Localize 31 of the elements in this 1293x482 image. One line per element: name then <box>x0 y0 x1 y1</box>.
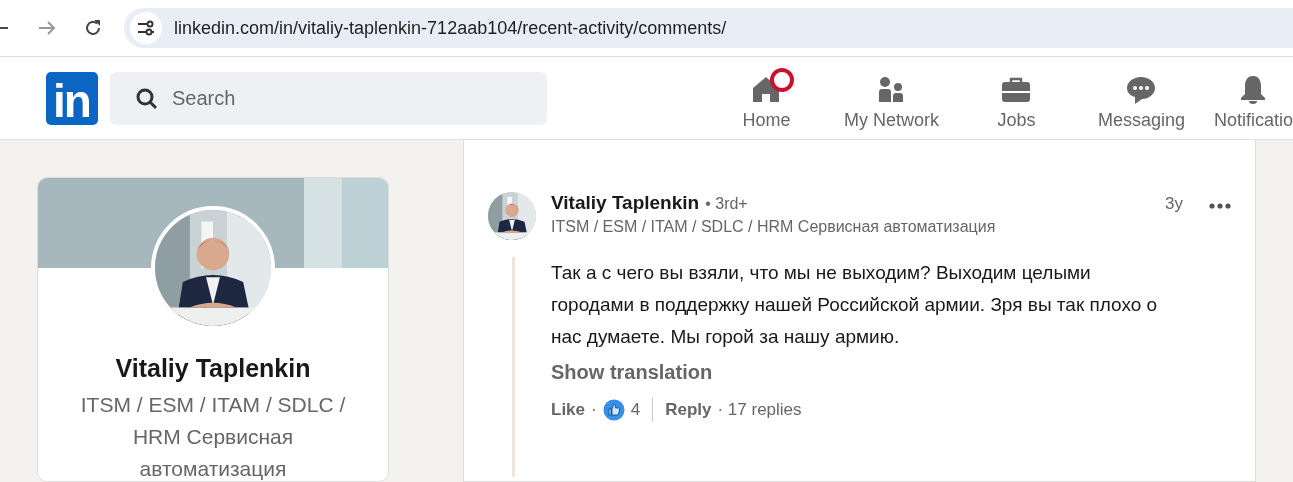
nav-item[interactable]: Notificatio <box>1213 65 1293 131</box>
thumbs-up-icon <box>602 399 625 421</box>
forward-icon[interactable] <box>38 20 56 36</box>
more-button[interactable] <box>1209 203 1231 209</box>
reply-button[interactable]: Reply <box>665 400 712 420</box>
author-headline: ITSM / ESM / ITAM / SDLC / HRM Сервисная автоматизация <box>551 218 997 236</box>
like-button[interactable]: Like <box>551 400 586 420</box>
replies-count[interactable]: · 17 replies <box>717 400 802 420</box>
author-photo[interactable] <box>488 192 536 240</box>
timestamp: 3y <box>1165 194 1183 214</box>
connection-degree: • 3rd+ <box>705 195 748 213</box>
search-field[interactable]: Search <box>109 71 547 125</box>
linkedin-logo[interactable]: in <box>46 71 98 125</box>
profile-name[interactable]: Vitaliy Taplenkin <box>38 354 388 383</box>
settings-icon[interactable] <box>137 20 155 36</box>
nav-item[interactable]: My Network <box>828 65 954 131</box>
search-icon <box>135 87 158 110</box>
comment-text: Так а с чего вы взяли, что мы не выходим? Выходим целыми городами в поддержку нашей Российской армии. Зря вы так плохо о нас думаете. Мы горой за нашу армию. <box>551 261 1159 349</box>
back-icon[interactable] <box>0 26 8 30</box>
nav-item[interactable]: Home <box>703 65 829 131</box>
show-translation-link[interactable]: Show translation <box>551 361 713 384</box>
nav-item[interactable]: Jobs <box>953 65 1079 131</box>
reload-icon[interactable] <box>84 19 102 37</box>
profile-headline: ITSM / ESM / ITAM / SDLC / HRM Сервисная автоматизация <box>79 392 347 481</box>
separator: · <box>591 400 597 420</box>
nav-item[interactable]: Messaging <box>1078 65 1204 131</box>
author-name[interactable]: Vitaliy Taplenkin <box>551 192 700 214</box>
reaction-count[interactable]: 4 <box>630 400 641 420</box>
more-icon <box>1209 203 1231 209</box>
url-text: linkedin.com/in/vitaliy-taplenkin-712aab104/recent-activity/comments/ <box>174 17 727 39</box>
address-bar[interactable]: linkedin.com/in/vitaliy-taplenkin-712aab104/recent-activity/comments/ <box>124 8 1293 48</box>
